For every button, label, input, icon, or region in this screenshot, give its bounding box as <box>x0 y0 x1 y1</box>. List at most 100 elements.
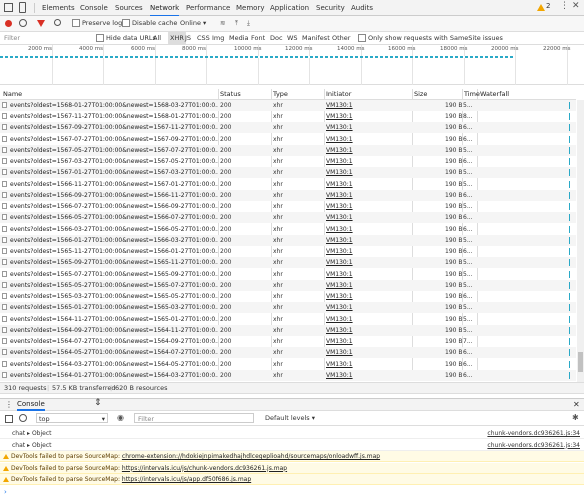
log-source-link[interactable]: chunk-vendors.dc936261.js:34 <box>487 428 580 439</box>
column-header-name[interactable]: Name <box>3 89 22 99</box>
context-select[interactable]: top ▾ <box>36 413 108 423</box>
log-source-link[interactable]: chunk-vendors.dc936261.js:34 <box>487 440 580 451</box>
table-row[interactable]: events?oldest=1564-07-27T01:00:00&newest… <box>0 336 576 347</box>
import-har-icon[interactable]: ⤒ <box>235 16 238 30</box>
console-settings-icon[interactable]: ✱ <box>572 413 579 422</box>
column-header-time[interactable]: Time <box>464 89 480 99</box>
table-row[interactable]: events?oldest=1566-11-27T01:00:00&newest… <box>0 179 576 190</box>
console-filter-input[interactable]: Filter <box>134 413 254 423</box>
samesite-checkbox[interactable]: Only show requests with SameSite issues <box>358 31 503 45</box>
tab-audits[interactable]: Audits <box>351 0 373 15</box>
column-header-initiator[interactable]: Initiator <box>326 89 351 99</box>
console-warning[interactable]: DevTools failed to parse SourceMap: http… <box>0 462 584 474</box>
tab-console[interactable]: Console <box>80 0 108 15</box>
type-filter-img[interactable]: Img <box>212 31 224 45</box>
filter-input[interactable]: Filter <box>4 31 89 45</box>
type-filter-media[interactable]: Media <box>229 31 249 45</box>
device-toolbar-icon[interactable] <box>19 2 26 13</box>
table-row[interactable]: events?oldest=1564-09-27T01:00:00&newest… <box>0 324 576 336</box>
row-initiator[interactable]: VM130:1 <box>326 212 412 223</box>
tab-sources[interactable]: Sources <box>115 0 143 15</box>
column-header-waterfall[interactable]: Waterfall <box>480 89 509 99</box>
table-row[interactable]: events?oldest=1564-03-27T01:00:00&newest… <box>0 359 576 370</box>
preserve-log-checkbox[interactable]: Preserve log <box>72 16 122 30</box>
row-initiator[interactable]: VM130:1 <box>326 336 412 347</box>
type-filter-other[interactable]: Other <box>332 31 350 45</box>
table-row[interactable]: events?oldest=1567-03-27T01:00:00&newest… <box>0 156 576 167</box>
table-row[interactable]: events?oldest=1565-09-27T01:00:00&newest… <box>0 257 576 269</box>
row-initiator[interactable]: VM130:1 <box>326 370 412 381</box>
scrollbar-thumb[interactable] <box>578 352 583 372</box>
table-row[interactable]: events?oldest=1564-11-27T01:00:00&newest… <box>0 314 576 325</box>
row-initiator[interactable]: VM130:1 <box>326 111 412 122</box>
drawer-resize-cursor-icon[interactable]: ⇕ <box>94 398 102 408</box>
type-filter-css[interactable]: CSS <box>197 31 210 45</box>
sourcemap-link[interactable]: https://intervals.icu/js/app.df50f686.js… <box>122 476 251 483</box>
row-initiator[interactable]: VM130:1 <box>326 224 412 235</box>
row-initiator[interactable]: VM130:1 <box>326 257 412 268</box>
log-levels-select[interactable]: Default levels ▾ <box>265 414 315 422</box>
tab-application[interactable]: Application <box>270 0 309 15</box>
eye-icon[interactable]: ◉ <box>117 413 124 422</box>
close-icon[interactable]: ✕ <box>572 1 580 11</box>
table-row[interactable]: events?oldest=1564-05-27T01:00:00&newest… <box>0 347 576 359</box>
row-initiator[interactable]: VM130:1 <box>326 235 412 246</box>
row-initiator[interactable]: VM130:1 <box>326 122 412 133</box>
table-scrollbar[interactable] <box>577 100 584 382</box>
hide-data-urls-checkbox[interactable]: Hide data URLs <box>96 31 156 45</box>
wifi-icon[interactable]: ≋ <box>220 16 225 30</box>
sourcemap-link[interactable]: chrome-extension://hdokiejnpimakedhajhdl… <box>122 453 380 460</box>
export-har-icon[interactable]: ⤓ <box>247 16 250 30</box>
timeline-overview[interactable]: 2000 ms 4000 ms 6000 ms 8000 ms 10000 ms 1200… <box>0 45 584 85</box>
table-row[interactable]: events?oldest=1567-01-27T01:00:00&newest… <box>0 167 576 179</box>
row-initiator[interactable]: VM130:1 <box>326 302 412 313</box>
disable-cache-checkbox[interactable]: Disable cache <box>122 16 177 30</box>
console-log[interactable]: chat ▸ Object chunk-vendors.dc936261.js:3… <box>0 428 584 439</box>
column-header-type[interactable]: Type <box>273 89 288 99</box>
table-row[interactable]: events?oldest=1566-09-27T01:00:00&newest… <box>0 189 576 201</box>
log-text[interactable]: chat ▸ Object <box>12 430 52 437</box>
row-initiator[interactable]: VM130:1 <box>326 291 412 302</box>
table-row[interactable]: events?oldest=1567-07-27T01:00:00&newest… <box>0 134 576 145</box>
tab-performance[interactable]: Performance <box>186 0 230 15</box>
row-initiator[interactable]: VM130:1 <box>326 100 412 111</box>
row-initiator[interactable]: VM130:1 <box>326 359 412 370</box>
table-row[interactable]: events?oldest=1564-01-27T01:00:00&newest… <box>0 369 576 381</box>
row-initiator[interactable]: VM130:1 <box>326 145 412 156</box>
clear-console-icon[interactable] <box>19 414 27 422</box>
filter-icon[interactable] <box>37 20 45 27</box>
row-initiator[interactable]: VM130:1 <box>326 314 412 325</box>
table-row[interactable]: events?oldest=1567-05-27T01:00:00&newest… <box>0 144 576 156</box>
row-initiator[interactable]: VM130:1 <box>326 156 412 167</box>
row-initiator[interactable]: VM130:1 <box>326 269 412 280</box>
drawer-tab-console[interactable]: Console <box>17 399 45 411</box>
tab-security[interactable]: Security <box>316 0 345 15</box>
row-initiator[interactable]: VM130:1 <box>326 167 412 178</box>
tab-network[interactable]: Network <box>150 0 180 17</box>
type-filter-manifest[interactable]: Manifest <box>302 31 330 45</box>
sourcemap-link[interactable]: https://intervals.icu/js/chunk-vendors.d… <box>122 465 287 472</box>
inspect-element-icon[interactable] <box>4 3 13 12</box>
type-filter-font[interactable]: Font <box>251 31 265 45</box>
record-icon[interactable] <box>5 20 12 27</box>
console-prompt[interactable]: › <box>4 488 7 496</box>
type-filter-xhr[interactable]: XHR <box>168 31 186 45</box>
column-header-size[interactable]: Size <box>414 89 427 99</box>
row-initiator[interactable]: VM130:1 <box>326 134 412 145</box>
warning-icon[interactable] <box>537 4 545 11</box>
search-icon[interactable] <box>54 19 61 26</box>
console-warning[interactable]: DevTools failed to parse SourceMap: chro… <box>0 451 584 462</box>
table-row[interactable]: events?oldest=1565-05-27T01:00:00&newest… <box>0 279 576 291</box>
column-header-status[interactable]: Status <box>220 89 241 99</box>
row-initiator[interactable]: VM130:1 <box>326 246 412 257</box>
table-row[interactable]: events?oldest=1567-09-27T01:00:00&newest… <box>0 122 576 134</box>
table-row[interactable]: events?oldest=1565-07-27T01:00:00&newest… <box>0 269 576 280</box>
type-filter-doc[interactable]: Doc <box>270 31 283 45</box>
table-row[interactable]: events?oldest=1566-05-27T01:00:00&newest… <box>0 212 576 224</box>
table-row[interactable]: events?oldest=1566-01-27T01:00:00&newest… <box>0 234 576 246</box>
settings-icon[interactable]: ⋮ <box>560 1 569 11</box>
warning-count[interactable]: 2 <box>546 2 550 10</box>
table-row[interactable]: events?oldest=1566-03-27T01:00:00&newest… <box>0 224 576 235</box>
type-filter-ws[interactable]: WS <box>287 31 298 45</box>
row-initiator[interactable]: VM130:1 <box>326 201 412 212</box>
